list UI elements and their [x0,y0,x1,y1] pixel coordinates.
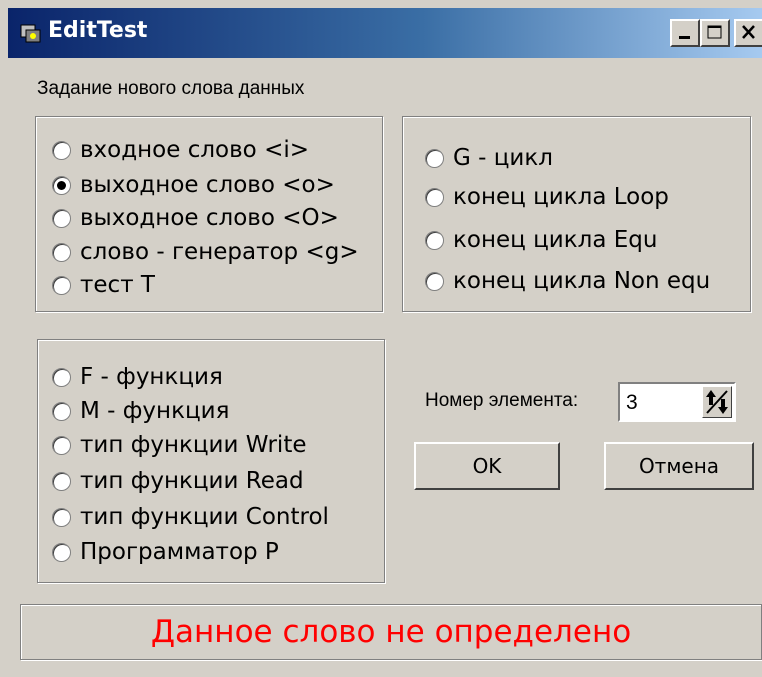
radio-generator-word[interactable]: слово - генератор <g> [52,239,359,265]
radio-label: выходное слово <o> [80,172,335,198]
radio-label: выходное слово <O> [80,205,339,231]
cycle-group: G - цикл конец цикла Loop конец цикла Eq… [402,116,751,312]
radio-non-equ-end[interactable]: конец цикла Non equ [425,268,710,294]
ok-button[interactable]: OK [414,442,560,490]
radio-g-cycle[interactable]: G - цикл [425,145,553,171]
radio-programmer[interactable]: Программатор P [52,539,279,565]
radio-indicator[interactable] [425,187,444,207]
window-title: EditTest [48,18,148,43]
radio-label: слово - генератор <g> [80,239,359,265]
radio-label: тип функции Write [80,432,307,458]
app-icon [20,24,41,43]
radio-indicator[interactable] [52,275,71,295]
radio-label: тип функции Read [80,468,304,494]
radio-input-word[interactable]: входное слово <i> [52,137,309,163]
radio-indicator[interactable] [52,367,71,387]
radio-indicator[interactable] [52,140,71,160]
radio-f-function[interactable]: F - функция [52,364,223,390]
radio-test[interactable]: тест T [52,272,155,298]
radio-indicator[interactable] [52,242,71,262]
element-number-spinner[interactable]: 3 [618,382,736,422]
radio-label: тип функции Control [80,504,329,530]
close-button[interactable] [734,19,762,47]
radio-indicator[interactable] [52,507,71,527]
radio-label: M - функция [80,398,230,424]
radio-control-function[interactable]: тип функции Control [52,504,329,530]
radio-label: конец цикла Equ [453,227,658,253]
radio-m-function[interactable]: M - функция [52,398,229,424]
radio-output-word-o[interactable]: выходное слово <o> [52,172,335,198]
radio-loop-end[interactable]: конец цикла Loop [425,184,669,210]
element-number-label: Номер элемента: [425,390,579,411]
word-type-group: входное слово <i> выходное слово <o> вых… [35,116,383,312]
radio-indicator[interactable] [52,401,71,421]
radio-label: входное слово <i> [80,137,310,163]
radio-indicator[interactable] [52,175,71,195]
radio-read-function[interactable]: тип функции Read [52,468,304,494]
radio-write-function[interactable]: тип функции Write [52,432,307,458]
radio-label: G - цикл [453,145,553,171]
maximize-icon [707,25,722,39]
radio-indicator[interactable] [425,230,444,250]
status-message: Данное слово не определено [150,614,632,650]
spin-arrows-icon [706,390,728,414]
cancel-button[interactable]: Отмена [604,442,754,490]
radio-indicator[interactable] [52,208,71,228]
radio-output-word-O[interactable]: выходное слово <O> [52,205,339,231]
status-panel: Данное слово не определено [20,604,762,660]
title-bar[interactable]: EditTest [8,8,762,58]
maximize-button[interactable] [700,19,730,47]
radio-indicator[interactable] [52,542,71,562]
radio-label: конец цикла Non equ [453,268,711,294]
radio-label: Программатор P [80,539,279,565]
dialog-caption: Задание нового слова данных [37,78,305,99]
minimize-icon [679,36,690,39]
spin-updown-button[interactable] [702,386,732,418]
minimize-button[interactable] [670,19,700,47]
radio-indicator[interactable] [425,148,444,168]
radio-label: конец цикла Loop [453,184,669,210]
radio-equ-end[interactable]: конец цикла Equ [425,227,657,253]
radio-label: тест T [80,272,155,298]
radio-indicator[interactable] [52,471,71,491]
radio-indicator[interactable] [425,271,444,291]
element-number-value[interactable]: 3 [626,391,638,415]
function-group: F - функция M - функция тип функции Writ… [37,339,385,583]
edittest-window: EditTest Задание нового слова данных вхо… [0,0,762,677]
close-icon [742,25,755,39]
radio-label: F - функция [80,364,223,390]
radio-indicator[interactable] [52,435,71,455]
